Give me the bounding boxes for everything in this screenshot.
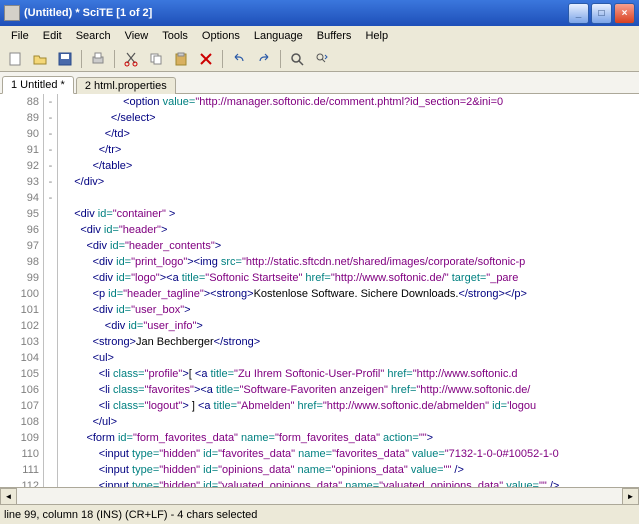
menu-help[interactable]: Help <box>358 28 395 44</box>
code-line[interactable]: <ul> <box>62 350 639 366</box>
toolbar-sep <box>222 50 223 68</box>
code-line[interactable]: <strong>Jan Bechberger</strong> <box>62 334 639 350</box>
horizontal-scrollbar[interactable]: ◄ ► <box>0 487 639 504</box>
code-line[interactable]: </div> <box>62 174 639 190</box>
save-button[interactable] <box>54 48 76 70</box>
code-line[interactable]: </table> <box>62 158 639 174</box>
menu-edit[interactable]: Edit <box>36 28 69 44</box>
window-title: (Untitled) * SciTE [1 of 2] <box>24 7 568 19</box>
code-line[interactable]: <option value="http://manager.softonic.d… <box>62 94 639 110</box>
app-icon <box>4 5 20 21</box>
code-line[interactable]: <div id="user_info"> <box>62 318 639 334</box>
code-line[interactable]: <div id="container" > <box>62 206 639 222</box>
menu-file[interactable]: File <box>4 28 36 44</box>
scroll-right-button[interactable]: ► <box>622 488 639 505</box>
fold-margin[interactable]: ------- <box>44 94 58 487</box>
tab-bar: 1 Untitled *2 html.properties <box>0 72 639 94</box>
scroll-left-button[interactable]: ◄ <box>0 488 17 505</box>
tab[interactable]: 2 html.properties <box>76 77 176 94</box>
tab[interactable]: 1 Untitled * <box>2 76 74 94</box>
code-line[interactable]: </ul> <box>62 414 639 430</box>
delete-button[interactable] <box>195 48 217 70</box>
minimize-button[interactable]: _ <box>568 3 589 24</box>
find-button[interactable] <box>286 48 308 70</box>
print-button[interactable] <box>87 48 109 70</box>
menu-tools[interactable]: Tools <box>155 28 195 44</box>
new-button[interactable] <box>4 48 26 70</box>
code-line[interactable]: <p id="header_tagline"><strong>Kostenlos… <box>62 286 639 302</box>
toolbar-sep <box>280 50 281 68</box>
code-line[interactable]: <div id="header"> <box>62 222 639 238</box>
replace-button[interactable] <box>311 48 333 70</box>
code-line[interactable]: </tr> <box>62 142 639 158</box>
toolbar-sep <box>81 50 82 68</box>
code-line[interactable]: <li class="favorites"><a title="Software… <box>62 382 639 398</box>
menu-view[interactable]: View <box>118 28 156 44</box>
code-line[interactable]: <div id="header_contents"> <box>62 238 639 254</box>
code-content[interactable]: <option value="http://manager.softonic.d… <box>58 94 639 487</box>
menubar: FileEditSearchViewToolsOptionsLanguageBu… <box>0 26 639 46</box>
code-line[interactable]: </td> <box>62 126 639 142</box>
statusbar: line 99, column 18 (INS) (CR+LF) - 4 cha… <box>0 504 639 524</box>
close-button[interactable]: × <box>614 3 635 24</box>
code-line[interactable]: <li class="profile">[ <a title="Zu Ihrem… <box>62 366 639 382</box>
code-line[interactable]: <div id="logo"><a title="Softonic Starts… <box>62 270 639 286</box>
titlebar[interactable]: (Untitled) * SciTE [1 of 2] _ □ × <box>0 0 639 26</box>
paste-button[interactable] <box>170 48 192 70</box>
code-line[interactable]: <input type="hidden" id="opinions_data" … <box>62 462 639 478</box>
undo-button[interactable] <box>228 48 250 70</box>
menu-buffers[interactable]: Buffers <box>310 28 359 44</box>
toolbar-sep <box>114 50 115 68</box>
editor-area[interactable]: 8889909192939495969798991001011021031041… <box>0 94 639 487</box>
menu-search[interactable]: Search <box>69 28 118 44</box>
open-button[interactable] <box>29 48 51 70</box>
menu-language[interactable]: Language <box>247 28 310 44</box>
scroll-track[interactable] <box>17 488 622 505</box>
code-line[interactable]: <li class="logout"> ] <a title="Abmelden… <box>62 398 639 414</box>
menu-options[interactable]: Options <box>195 28 247 44</box>
code-line[interactable]: <form id="form_favorites_data" name="for… <box>62 430 639 446</box>
redo-button[interactable] <box>253 48 275 70</box>
code-line[interactable]: <input type="hidden" id="valuated_opinio… <box>62 478 639 487</box>
code-line[interactable]: <div id="user_box"> <box>62 302 639 318</box>
code-line[interactable]: </select> <box>62 110 639 126</box>
line-numbers: 8889909192939495969798991001011021031041… <box>0 94 44 487</box>
status-text: line 99, column 18 (INS) (CR+LF) - 4 cha… <box>4 509 257 521</box>
code-line[interactable]: <div id="print_logo"><img src="http://st… <box>62 254 639 270</box>
cut-button[interactable] <box>120 48 142 70</box>
code-line[interactable]: <input type="hidden" id="favorites_data"… <box>62 446 639 462</box>
maximize-button[interactable]: □ <box>591 3 612 24</box>
copy-button[interactable] <box>145 48 167 70</box>
code-line[interactable] <box>62 190 639 206</box>
toolbar <box>0 46 639 72</box>
